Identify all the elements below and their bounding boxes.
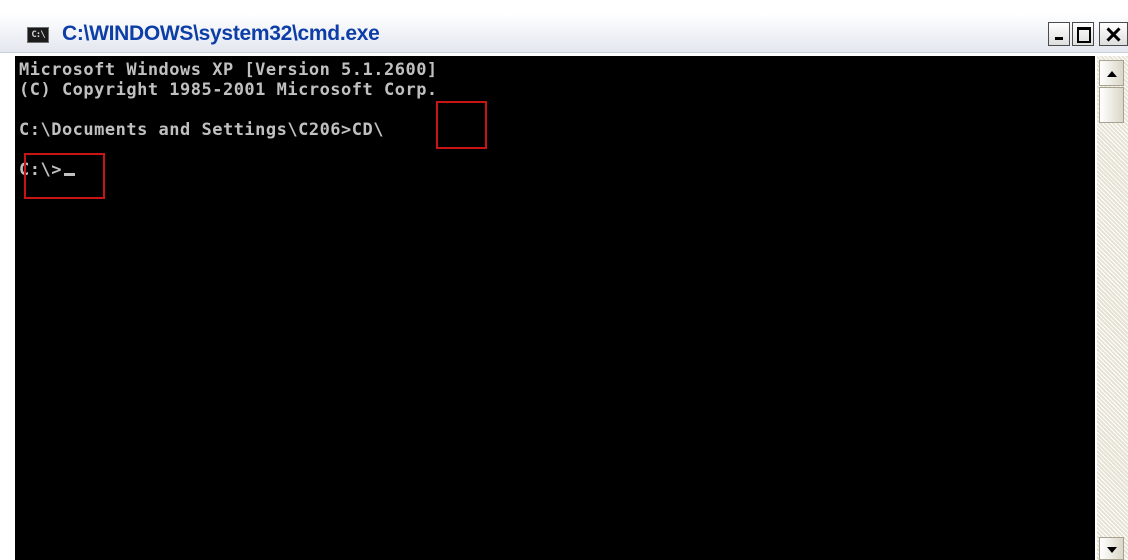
highlight-prompt [24, 153, 105, 199]
cmd-window: C:\ C:\WINDOWS\system32\cmd.exe Microsof… [0, 0, 1128, 560]
window-title: C:\WINDOWS\system32\cmd.exe [62, 22, 380, 45]
scroll-up-button[interactable] [1099, 60, 1124, 86]
minimize-button[interactable] [1048, 22, 1070, 46]
scroll-down-button[interactable] [1099, 537, 1124, 560]
title-bar[interactable]: C:\ C:\WINDOWS\system32\cmd.exe [0, 14, 1128, 53]
console-line-copyright: (C) Copyright 1985-2001 Microsoft Corp. [19, 80, 438, 100]
maximize-button[interactable] [1072, 22, 1094, 46]
console-line-version: Microsoft Windows XP [Version 5.1.2600] [19, 60, 438, 80]
console-output-area[interactable]: Microsoft Windows XP [Version 5.1.2600] … [15, 56, 1095, 560]
highlight-cd-command [436, 101, 487, 149]
cmd-icon-label: C:\ [31, 30, 45, 40]
scroll-thumb[interactable] [1099, 87, 1124, 123]
scroll-down-arrow-icon [1107, 547, 1117, 553]
close-button[interactable] [1099, 22, 1128, 46]
cmd-console-icon[interactable]: C:\ [27, 27, 49, 43]
vertical-scrollbar[interactable] [1097, 56, 1128, 560]
console-line-cd-command: C:\Documents and Settings\C206>CD\ [19, 120, 384, 140]
scroll-up-arrow-icon [1107, 71, 1117, 77]
